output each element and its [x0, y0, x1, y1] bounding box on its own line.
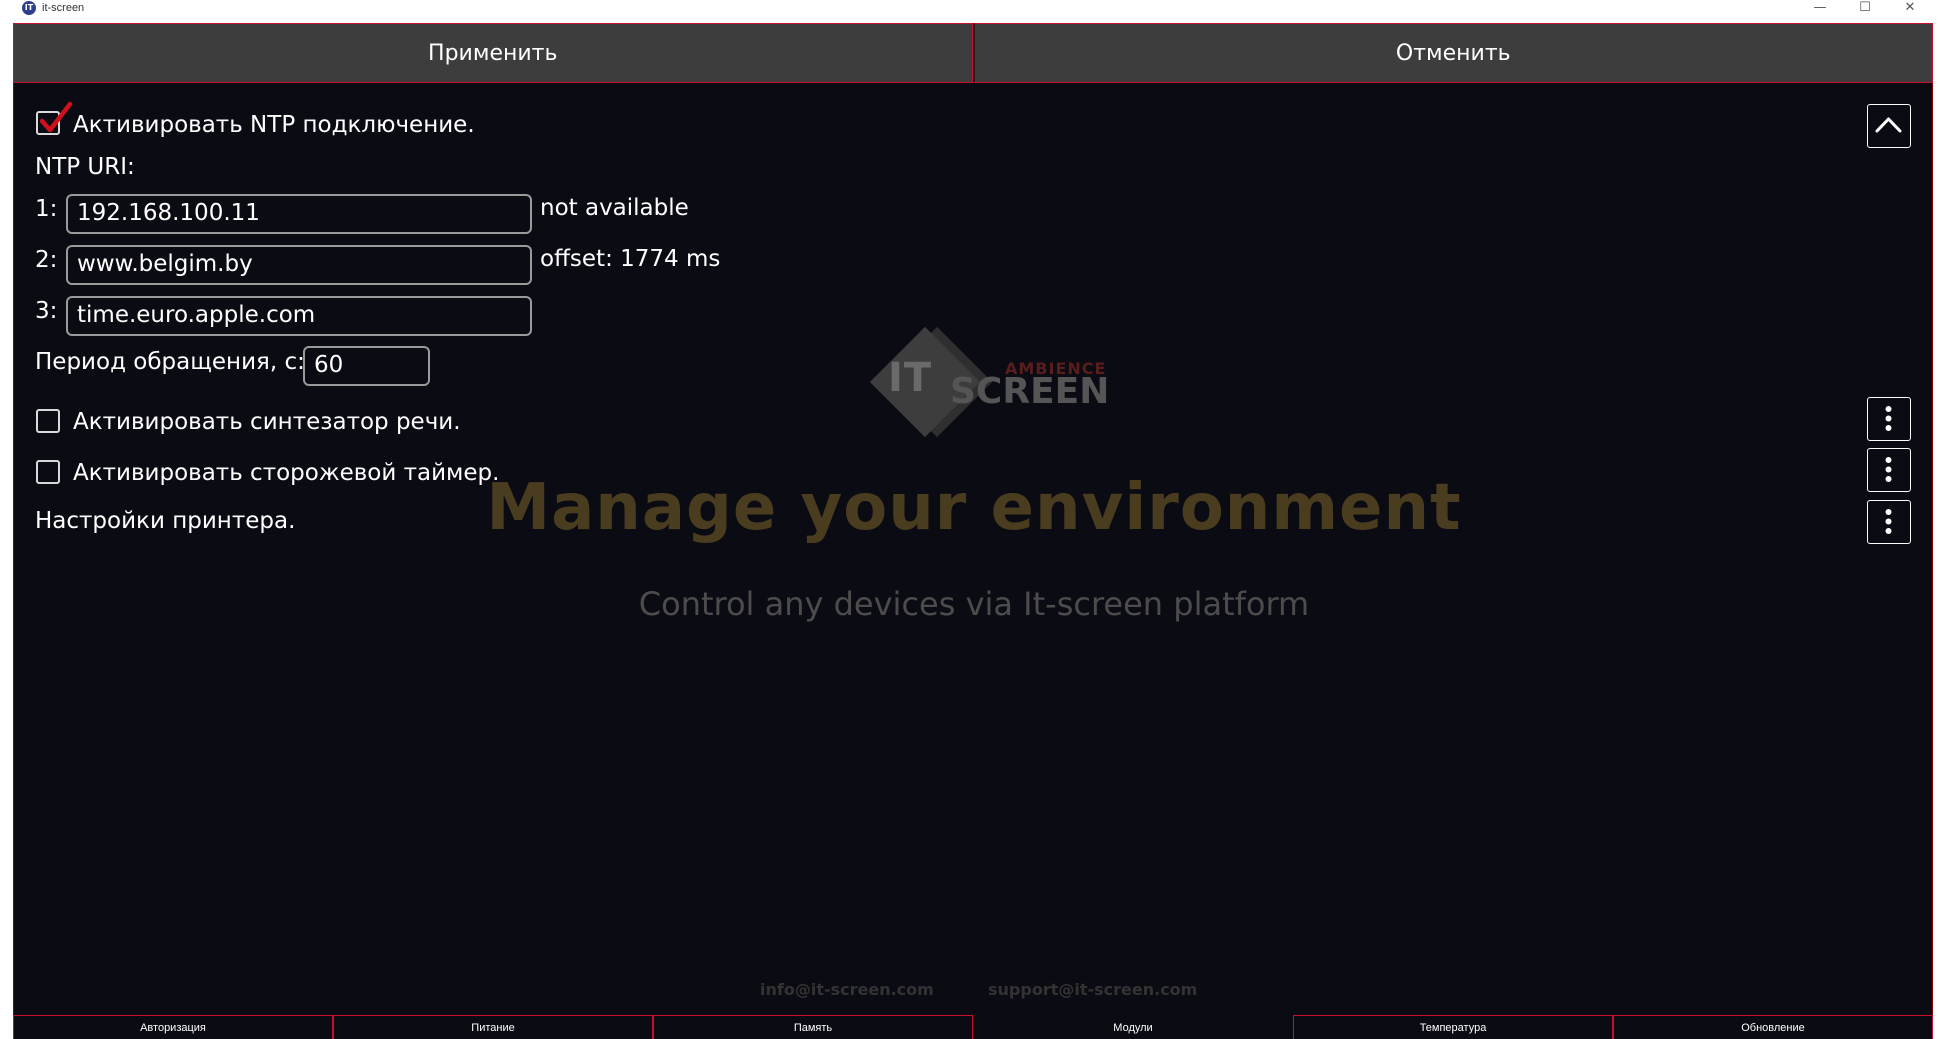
- collapse-ntp-button[interactable]: [1867, 104, 1911, 148]
- ntp-enable-label: Активировать NTP подключение.: [73, 112, 475, 138]
- watchdog-enable-label: Активировать сторожевой таймер.: [73, 460, 500, 486]
- ntp-server-1-status: not available: [540, 195, 689, 221]
- ntp-server-3-input[interactable]: time.euro.apple.com: [66, 296, 532, 336]
- ntp-uri-label: NTP URI:: [35, 154, 135, 180]
- printer-settings-label: Настройки принтера.: [35, 508, 296, 534]
- chevron-up-icon: [1875, 117, 1902, 133]
- action-toolbar: Применить Отменить: [13, 23, 1933, 83]
- watermark-info-email: info@it-screen.com: [760, 980, 934, 999]
- apply-button[interactable]: Применить: [13, 23, 973, 83]
- more-vertical-icon: [1885, 457, 1892, 482]
- tab-modules[interactable]: Модули: [973, 1015, 1293, 1039]
- window-titlebar: IT it-screen — ☐ ✕: [0, 0, 1944, 17]
- speech-enable-checkbox[interactable]: [36, 409, 60, 433]
- ntp-period-label: Период обращения, с:: [35, 349, 305, 375]
- ntp-server-2-status: offset: 1774 ms: [540, 246, 721, 272]
- watchdog-enable-checkbox[interactable]: [36, 460, 60, 484]
- watchdog-more-button[interactable]: [1867, 448, 1911, 492]
- ntp-enable-checkbox[interactable]: [36, 101, 73, 135]
- logo-screen-text: SCREEN: [950, 371, 1110, 412]
- ntp-server-1-input[interactable]: 192.168.100.11: [66, 194, 532, 234]
- tab-temperature[interactable]: Температура: [1293, 1015, 1613, 1039]
- maximize-button[interactable]: ☐: [1845, 0, 1885, 17]
- ntp-server-3-index: 3:: [35, 298, 58, 324]
- tab-power[interactable]: Питание: [333, 1015, 653, 1039]
- window-title: it-screen: [42, 2, 85, 14]
- app-icon: IT: [22, 1, 36, 15]
- more-vertical-icon: [1885, 509, 1892, 534]
- ntp-server-2-input[interactable]: www.belgim.by: [66, 245, 532, 285]
- speech-enable-label: Активировать синтезатор речи.: [73, 409, 461, 435]
- bottom-tab-bar: Авторизация Питание Память Модули Темпер…: [13, 1015, 1933, 1039]
- logo-it-text: IT: [888, 355, 933, 401]
- tab-memory[interactable]: Память: [653, 1015, 973, 1039]
- watermark-subtitle: Control any devices via It-screen platfo…: [638, 585, 1310, 623]
- settings-panel: IT AMBIENCE SCREEN Manage your environme…: [13, 83, 1933, 1015]
- tab-update[interactable]: Обновление: [1613, 1015, 1933, 1039]
- checkmark-icon: [39, 101, 73, 133]
- minimize-button[interactable]: —: [1800, 0, 1840, 17]
- watermark-support-email: support@it-screen.com: [988, 980, 1198, 999]
- close-button[interactable]: ✕: [1890, 0, 1930, 17]
- cancel-button[interactable]: Отменить: [972, 23, 1933, 83]
- tab-authorization[interactable]: Авторизация: [13, 1015, 333, 1039]
- speech-more-button[interactable]: [1867, 397, 1911, 441]
- ntp-server-2-index: 2:: [35, 247, 58, 273]
- ntp-server-1-index: 1:: [35, 196, 58, 222]
- printer-more-button[interactable]: [1867, 500, 1911, 544]
- ntp-period-input[interactable]: 60: [303, 346, 430, 386]
- more-vertical-icon: [1885, 406, 1892, 431]
- watermark-logo: IT AMBIENCE SCREEN: [852, 325, 1132, 438]
